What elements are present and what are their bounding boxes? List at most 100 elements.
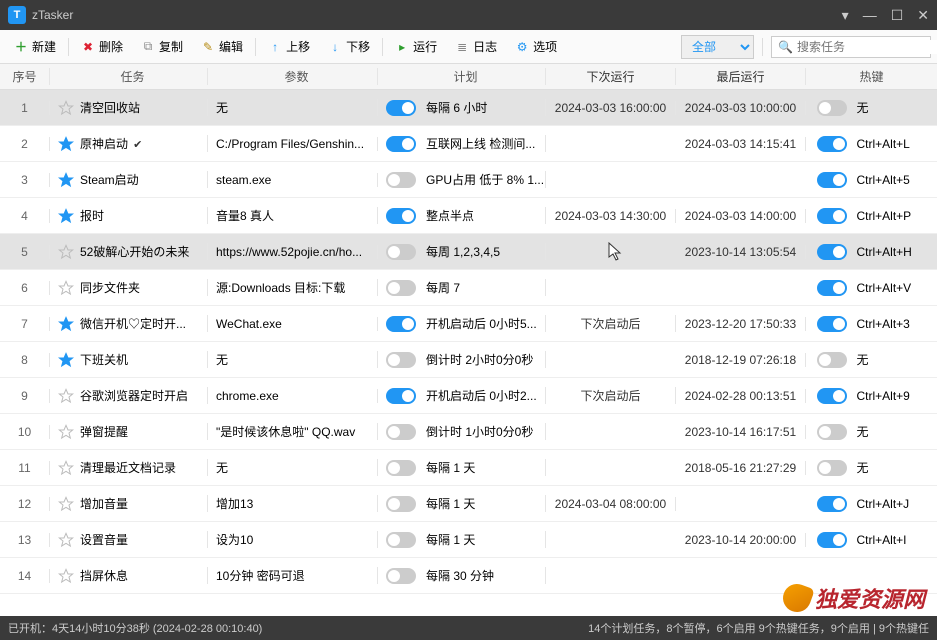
plan-toggle[interactable] bbox=[386, 568, 416, 584]
close-button[interactable]: ✕ bbox=[917, 7, 929, 24]
hotkey-text: Ctrl+Alt+9 bbox=[857, 389, 927, 403]
hotkey-toggle[interactable] bbox=[817, 244, 847, 260]
gear-icon: ⚙ bbox=[515, 40, 529, 54]
table-row[interactable]: 2 原神启动 ✔ C:/Program Files/Genshin... 互联网… bbox=[0, 126, 937, 162]
table-row[interactable]: 10 弹窗提醒 "是时候该休息啦" QQ.wav 倒计时 1小时0分0秒 202… bbox=[0, 414, 937, 450]
last-run-cell: 2018-05-16 21:27:29 bbox=[676, 461, 806, 475]
plan-toggle[interactable] bbox=[386, 496, 416, 512]
star-icon[interactable] bbox=[58, 172, 74, 188]
last-run-cell: 2023-10-14 20:00:00 bbox=[676, 533, 806, 547]
menu-dropdown-icon[interactable]: ▾ bbox=[842, 7, 849, 24]
search-box[interactable]: 🔍 bbox=[771, 36, 931, 58]
delete-label: 删除 bbox=[99, 38, 123, 55]
star-icon[interactable] bbox=[58, 100, 74, 116]
hotkey-toggle[interactable] bbox=[817, 424, 847, 440]
table-row[interactable]: 4 报时 音量8 真人 整点半点 2024-03-03 14:30:00 202… bbox=[0, 198, 937, 234]
move-up-button[interactable]: ↑上移 bbox=[260, 34, 318, 59]
star-icon[interactable] bbox=[58, 532, 74, 548]
run-button[interactable]: ▸运行 bbox=[387, 34, 445, 59]
copy-button[interactable]: ⧉复制 bbox=[133, 34, 191, 59]
table-row[interactable]: 3 Steam启动 steam.exe GPU占用 低于 8% 1... Ctr… bbox=[0, 162, 937, 198]
star-icon[interactable] bbox=[58, 496, 74, 512]
plan-toggle[interactable] bbox=[386, 208, 416, 224]
table-row[interactable]: 13 设置音量 设为10 每隔 1 天 2023-10-14 20:00:00 … bbox=[0, 522, 937, 558]
star-icon[interactable] bbox=[58, 208, 74, 224]
last-run-cell: 2024-03-03 14:15:41 bbox=[676, 137, 806, 151]
move-down-button[interactable]: ↓下移 bbox=[320, 34, 378, 59]
minimize-button[interactable]: — bbox=[863, 7, 877, 24]
param-cell: steam.exe bbox=[208, 173, 378, 187]
col-plan-header[interactable]: 计划 bbox=[378, 68, 546, 85]
hotkey-toggle[interactable] bbox=[817, 496, 847, 512]
toolbar: ＋新建 ✖删除 ⧉复制 ✎编辑 ↑上移 ↓下移 ▸运行 ≣日志 ⚙选项 全部 🔍 bbox=[0, 30, 937, 64]
table-row[interactable]: 6 同步文件夹 源:Downloads 目标:下载 每周 7 Ctrl+Alt+… bbox=[0, 270, 937, 306]
pencil-icon: ✎ bbox=[201, 40, 215, 54]
up-label: 上移 bbox=[286, 38, 310, 55]
options-button[interactable]: ⚙选项 bbox=[507, 34, 565, 59]
edit-button[interactable]: ✎编辑 bbox=[193, 34, 251, 59]
table-row[interactable]: 1 清空回收站 无 每隔 6 小时 2024-03-03 16:00:00 20… bbox=[0, 90, 937, 126]
hotkey-toggle[interactable] bbox=[817, 208, 847, 224]
col-hotkey-header[interactable]: 热键 bbox=[806, 68, 937, 85]
arrow-down-icon: ↓ bbox=[328, 40, 342, 54]
plus-icon: ＋ bbox=[14, 40, 28, 54]
col-seq-header[interactable]: 序号 bbox=[0, 68, 50, 85]
star-icon[interactable] bbox=[58, 136, 74, 152]
plan-toggle[interactable] bbox=[386, 172, 416, 188]
search-input[interactable] bbox=[797, 40, 937, 54]
plan-toggle[interactable] bbox=[386, 100, 416, 116]
table-row[interactable]: 14 挡屏休息 10分钟 密码可退 每隔 30 分钟 bbox=[0, 558, 937, 594]
plan-toggle[interactable] bbox=[386, 532, 416, 548]
hotkey-toggle[interactable] bbox=[817, 388, 847, 404]
hotkey-toggle[interactable] bbox=[817, 532, 847, 548]
table-row[interactable]: 8 下班关机 无 倒计时 2小时0分0秒 2018-12-19 07:26:18… bbox=[0, 342, 937, 378]
param-cell: 无 bbox=[208, 459, 378, 476]
plan-toggle[interactable] bbox=[386, 460, 416, 476]
hotkey-toggle[interactable] bbox=[817, 136, 847, 152]
col-task-header[interactable]: 任务 bbox=[50, 68, 208, 85]
table-row[interactable]: 9 谷歌浏览器定时开启 chrome.exe 开机启动后 0小时2... 下次启… bbox=[0, 378, 937, 414]
col-next-header[interactable]: 下次运行 bbox=[546, 68, 676, 85]
delete-button[interactable]: ✖删除 bbox=[73, 34, 131, 59]
star-icon[interactable] bbox=[58, 352, 74, 368]
plan-toggle[interactable] bbox=[386, 316, 416, 332]
star-icon[interactable] bbox=[58, 280, 74, 296]
maximize-button[interactable]: ☐ bbox=[891, 7, 904, 24]
param-cell: 增加13 bbox=[208, 495, 378, 512]
plan-toggle[interactable] bbox=[386, 424, 416, 440]
table-row[interactable]: 11 清理最近文档记录 无 每隔 1 天 2018-05-16 21:27:29… bbox=[0, 450, 937, 486]
task-name: 清理最近文档记录 bbox=[80, 459, 207, 476]
plan-toggle[interactable] bbox=[386, 136, 416, 152]
hotkey-toggle[interactable] bbox=[817, 172, 847, 188]
uptime-label: 已开机： bbox=[8, 620, 52, 636]
star-icon[interactable] bbox=[58, 424, 74, 440]
hotkey-toggle[interactable] bbox=[817, 100, 847, 116]
hotkey-toggle[interactable] bbox=[817, 460, 847, 476]
next-run-cell: 下次启动后 bbox=[546, 387, 676, 404]
hotkey-toggle[interactable] bbox=[817, 316, 847, 332]
plan-toggle[interactable] bbox=[386, 280, 416, 296]
star-icon[interactable] bbox=[58, 460, 74, 476]
next-run-cell: 2024-03-03 14:30:00 bbox=[546, 209, 676, 223]
star-icon[interactable] bbox=[58, 244, 74, 260]
hotkey-toggle[interactable] bbox=[817, 352, 847, 368]
task-name: 设置音量 bbox=[80, 531, 207, 548]
hotkey-text: Ctrl+Alt+H bbox=[857, 245, 927, 259]
star-icon[interactable] bbox=[58, 568, 74, 584]
new-button[interactable]: ＋新建 bbox=[6, 34, 64, 59]
plan-toggle[interactable] bbox=[386, 352, 416, 368]
star-icon[interactable] bbox=[58, 388, 74, 404]
log-button[interactable]: ≣日志 bbox=[447, 34, 505, 59]
hotkey-text: 无 bbox=[857, 351, 927, 368]
table-row[interactable]: 7 微信开机♡定时开... WeChat.exe 开机启动后 0小时5... 下… bbox=[0, 306, 937, 342]
hotkey-toggle[interactable] bbox=[817, 280, 847, 296]
filter-select[interactable]: 全部 bbox=[681, 35, 754, 59]
table-row[interactable]: 12 增加音量 增加13 每隔 1 天 2024-03-04 08:00:00 … bbox=[0, 486, 937, 522]
plan-toggle[interactable] bbox=[386, 388, 416, 404]
seq-cell: 9 bbox=[0, 389, 50, 403]
col-last-header[interactable]: 最后运行 bbox=[676, 68, 806, 85]
table-row[interactable]: 5 52破解心开始の未来 https://www.52pojie.cn/ho..… bbox=[0, 234, 937, 270]
col-param-header[interactable]: 参数 bbox=[208, 68, 378, 85]
plan-toggle[interactable] bbox=[386, 244, 416, 260]
star-icon[interactable] bbox=[58, 316, 74, 332]
